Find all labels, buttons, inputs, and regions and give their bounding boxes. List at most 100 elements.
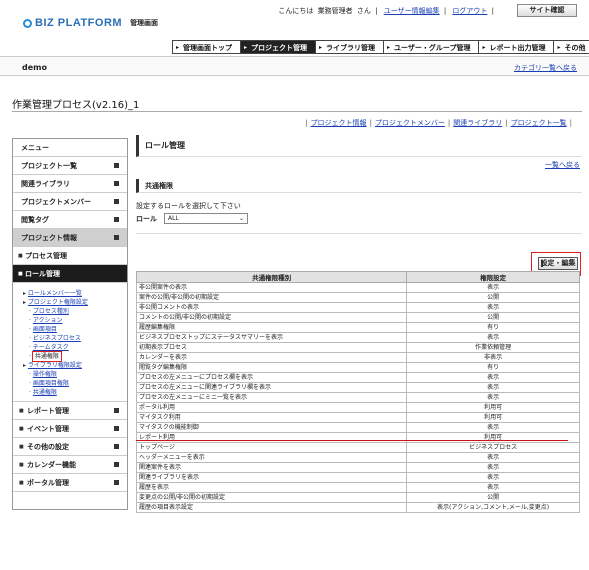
permission-type-cell: ビジネスプロセストップにステータスサマリーを表示 bbox=[135, 332, 408, 343]
permission-type-cell: 履歴を表示 bbox=[135, 482, 408, 493]
category-name: demo bbox=[22, 63, 47, 72]
logo[interactable]: BIZ PLATFORM 管理画面 bbox=[23, 17, 158, 29]
expand-icon bbox=[114, 217, 119, 222]
expand-icon bbox=[114, 444, 119, 449]
sidebar-item-label: レポート管理 bbox=[27, 407, 69, 415]
sidebar-bottom-item-1[interactable]: イベント管理 bbox=[13, 420, 127, 438]
table-row: 関連案件を表示 表示 bbox=[135, 462, 580, 473]
tree-library-perm-2[interactable]: 共通権限 bbox=[33, 389, 57, 396]
permission-type-cell: コメントの公開/非公開の初期設定 bbox=[135, 312, 408, 323]
permission-value-cell: ビジネスプロセス bbox=[406, 442, 580, 453]
sidebar-item-1[interactable]: 関連ライブラリ bbox=[13, 175, 127, 193]
permission-value-cell: 表示 bbox=[406, 422, 580, 433]
nav-tab-4[interactable]: レポート出力管理 bbox=[479, 40, 555, 55]
tree-line: · ビジネスプロセス bbox=[23, 334, 127, 343]
table-row: トップページ ビジネスプロセス bbox=[135, 442, 580, 453]
edit-settings-button[interactable]: 設定・編集 bbox=[538, 257, 578, 270]
tree-line: · 共通権限 bbox=[23, 351, 127, 362]
role-select-value: ALL bbox=[168, 215, 179, 222]
tree-line: ▸ ライブラリ権限設定 bbox=[23, 361, 127, 370]
link-separator: | bbox=[569, 119, 572, 127]
tree-library-permission[interactable]: ライブラリ権限設定 bbox=[28, 362, 82, 369]
tree-library-perm-1[interactable]: 画面項目権限 bbox=[33, 380, 69, 387]
permission-value-cell: 表示 bbox=[406, 332, 580, 343]
tree-project-permission[interactable]: プロジェクト権限設定 bbox=[28, 299, 88, 306]
nav-tab-0[interactable]: 管理画面トップ bbox=[172, 40, 241, 55]
project-link-3[interactable]: プロジェクト一覧 bbox=[511, 119, 567, 127]
expand-icon bbox=[114, 408, 119, 413]
link-separator: | bbox=[505, 119, 508, 127]
tree-line: · 画面項目権限 bbox=[23, 379, 127, 388]
table-header-1: 権限設定 bbox=[406, 271, 580, 283]
tree-project-perm-4[interactable]: チームタスク bbox=[33, 344, 69, 351]
sidebar-item-4[interactable]: プロジェクト情報 bbox=[13, 229, 127, 247]
sidebar-item-label: プロジェクトメンバー bbox=[21, 198, 91, 206]
permission-value-cell: 表示 bbox=[406, 382, 580, 393]
top-header: BIZ PLATFORM 管理画面 こんにちは 業務管理者 さん | ユーザー情… bbox=[0, 0, 589, 38]
permission-type-cell: ヘッダーメニューを表示 bbox=[135, 452, 408, 463]
table-row: 履歴の項目表示設定 表示(アクション,コメント,メール,変更点) bbox=[135, 502, 580, 513]
user-info-link[interactable]: ユーザー情報編集 bbox=[384, 7, 440, 15]
expand-icon bbox=[114, 426, 119, 431]
project-link-1[interactable]: プロジェクトメンバー bbox=[375, 119, 445, 127]
tree-project-perm-2[interactable]: 画面項目 bbox=[33, 326, 57, 333]
tree-project-perm-3[interactable]: ビジネスプロセス bbox=[33, 335, 81, 342]
permission-value-cell: 表示 bbox=[406, 302, 580, 313]
table-row: 非公開案件の表示 表示 bbox=[135, 282, 580, 293]
sidebar-item-label: 閲覧タグ bbox=[21, 216, 49, 224]
greeting: こんにちは 業務管理者 さん | ユーザー情報編集 | ログアウト | bbox=[278, 7, 494, 15]
tree-line: ▸ ロールメンバー一覧 bbox=[23, 289, 127, 298]
tree-project-perm-0[interactable]: プロセス種別 bbox=[33, 308, 69, 315]
table-row: プロセスの左メニューに関連ライブラリ欄を表示 表示 bbox=[135, 382, 580, 393]
sidebar-item-label: ポータル管理 bbox=[27, 479, 69, 487]
permission-value-cell: 表示 bbox=[406, 472, 580, 483]
project-link-0[interactable]: プロジェクト情報 bbox=[311, 119, 367, 127]
table-row: 非公開コメントの表示 表示 bbox=[135, 302, 580, 313]
sidebar-bottom-item-3[interactable]: カレンダー機能 bbox=[13, 456, 127, 474]
permission-type-cell: マイタスクの機能制御 bbox=[135, 422, 408, 433]
sidebar-item-0[interactable]: プロジェクト一覧 bbox=[13, 157, 127, 175]
site-check-button[interactable]: サイト確認 bbox=[517, 4, 577, 17]
sidebar-bottom-item-2[interactable]: その他の設定 bbox=[13, 438, 127, 456]
table-row: ビジネスプロセストップにステータスサマリーを表示 表示 bbox=[135, 332, 580, 343]
permission-value-cell: 公開 bbox=[406, 492, 580, 503]
back-to-list-link[interactable]: 一覧へ戻る bbox=[545, 160, 580, 170]
greeting-prefix: こんにちは bbox=[278, 7, 314, 15]
sidebar-item-2[interactable]: プロジェクトメンバー bbox=[13, 193, 127, 211]
user-name: 業務管理者 bbox=[317, 7, 353, 15]
link-separator: | bbox=[369, 119, 372, 127]
nav-tab-2[interactable]: ライブラリ管理 bbox=[316, 40, 384, 55]
sidebar-bottom-item-0[interactable]: レポート管理 bbox=[13, 402, 127, 420]
role-label: ロール bbox=[136, 215, 157, 223]
permission-type-cell: マイタスク利用 bbox=[135, 412, 408, 423]
logout-link[interactable]: ログアウト bbox=[452, 7, 487, 15]
tree-library-perm-0[interactable]: 操作権限 bbox=[33, 371, 57, 378]
expand-icon bbox=[114, 235, 119, 240]
permission-type-cell: 履歴の項目表示設定 bbox=[135, 502, 408, 513]
sidebar-bottom-item-4[interactable]: ポータル管理 bbox=[13, 474, 127, 492]
nav-tab-3[interactable]: ユーザー・グループ管理 bbox=[384, 40, 480, 55]
nav-tab-1[interactable]: プロジェクト管理 bbox=[241, 40, 316, 55]
project-link-2[interactable]: 関連ライブラリ bbox=[453, 119, 502, 127]
category-list-link[interactable]: カテゴリ一覧へ戻る bbox=[514, 63, 577, 73]
page-title-bar: 作業管理プロセス(v2.16)_1 bbox=[12, 92, 582, 112]
table-row: 関連ライブラリを表示 表示 bbox=[135, 472, 580, 483]
permission-type-cell: 初期表示プロセス bbox=[135, 342, 408, 353]
nav-tab-5[interactable]: その他 bbox=[554, 40, 589, 55]
tree-role-member-list[interactable]: ロールメンバー一覧 bbox=[28, 290, 82, 297]
expand-icon bbox=[114, 181, 119, 186]
tree-project-perm-1[interactable]: アクション bbox=[33, 317, 63, 324]
permission-type-cell: プロセスの左メニューにプロセス欄を表示 bbox=[135, 372, 408, 383]
sidebar-item-label: プロジェクト情報 bbox=[21, 234, 77, 242]
sidebar-item-role-management[interactable]: ロール管理 bbox=[13, 265, 127, 283]
role-select[interactable]: ALL ⌄ bbox=[164, 213, 248, 224]
permission-value-cell: 表示 bbox=[406, 482, 580, 493]
sidebar-item-process-management[interactable]: プロセス管理 bbox=[13, 247, 127, 265]
permission-type-cell: 案件の公開/非公開の初期設定 bbox=[135, 292, 408, 303]
permission-type-cell: 非公開案件の表示 bbox=[135, 282, 408, 293]
sidebar-item-3[interactable]: 閲覧タグ bbox=[13, 211, 127, 229]
permission-type-cell: 履歴編集権限 bbox=[135, 322, 408, 333]
permission-type-cell: 非公開コメントの表示 bbox=[135, 302, 408, 313]
tree-project-perm-5[interactable]: 共通権限 bbox=[31, 351, 62, 362]
table-row: マイタスクの機能制御 表示 bbox=[135, 422, 580, 433]
